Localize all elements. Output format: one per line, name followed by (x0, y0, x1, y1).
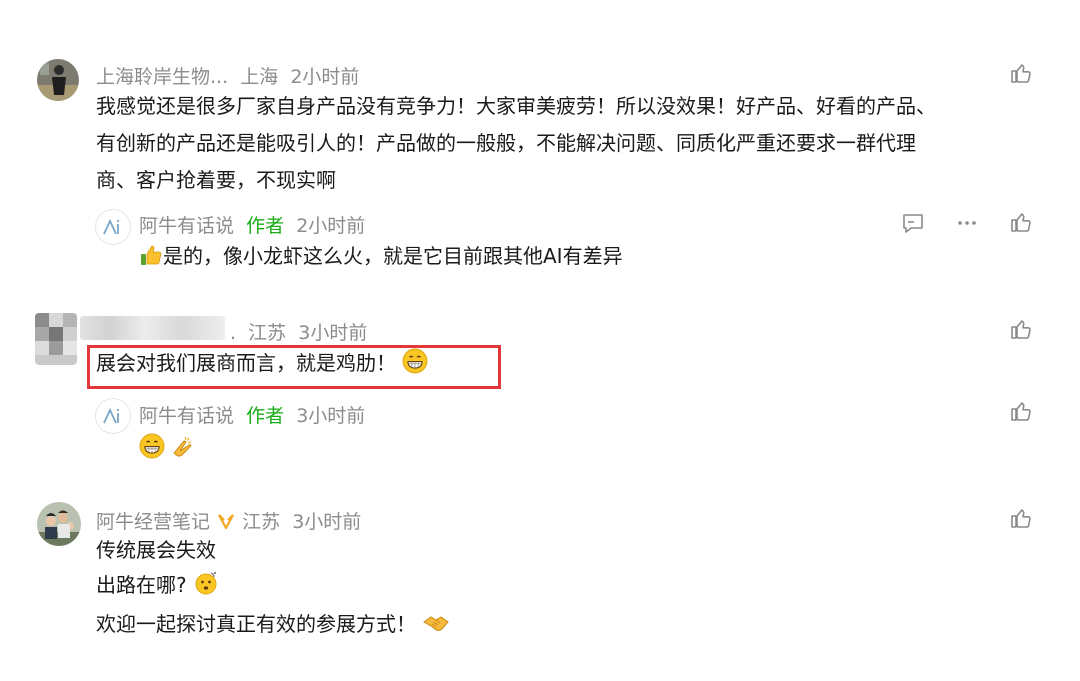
comment-line-2: 出路在哪? (96, 568, 450, 607)
comment-line: 传统展会失效 (96, 538, 216, 562)
comment-text: 我感觉还是很多厂家自身产品没有竞争力！大家审美疲劳！所以没效果！好产品、好看的产… (96, 88, 936, 199)
author-avatar[interactable] (95, 209, 131, 245)
reply-meta: 阿牛有话说 作者 3小时前 (139, 401, 365, 428)
author-tag: 作者 (246, 215, 285, 237)
comment-line: 我感觉还是很多厂家自身产品没有竞争力！大家审美疲劳！所以没效果！好产品、好看的产… (96, 94, 936, 118)
reply-meta: 阿牛有话说 作者 2小时前 (139, 211, 365, 238)
username[interactable]: 阿牛经营笔记 (96, 511, 210, 533)
username[interactable]: 上海聆岸生物... (96, 66, 228, 88)
like-icon[interactable] (1009, 210, 1033, 234)
avatar[interactable] (37, 59, 79, 101)
comment-line-3: 欢迎一起探讨真正有效的参展方式！ (96, 607, 450, 646)
location: 上海 (240, 66, 279, 88)
more-icon[interactable] (955, 211, 979, 235)
grin-emoji (139, 433, 165, 463)
author-tag: 作者 (246, 405, 285, 427)
grin-emoji (402, 348, 428, 386)
thumbs-up-emoji (139, 242, 163, 279)
thinking-emoji (193, 570, 219, 607)
username[interactable]: 阿牛有话说 (139, 215, 234, 237)
timestamp: 3小时前 (292, 511, 362, 533)
comment-line-text: 欢迎一起探讨真正有效的参展方式！ (96, 612, 416, 636)
comment-text: 展会对我们展商而言，就是鸡肋！ (96, 345, 428, 386)
location: 江苏 (248, 322, 287, 344)
comment-icon[interactable] (901, 211, 925, 235)
timestamp: 2小时前 (296, 215, 366, 237)
timestamp: 3小时前 (298, 322, 368, 344)
comment-content: 展会对我们展商而言，就是鸡肋！ (96, 351, 396, 375)
avatar[interactable] (37, 502, 81, 546)
comment-meta: . 江苏 3小时前 (230, 318, 367, 345)
author-avatar[interactable] (95, 398, 131, 434)
handshake-emoji (422, 611, 450, 646)
like-icon[interactable] (1009, 61, 1033, 85)
timestamp: 2小时前 (290, 66, 360, 88)
like-icon[interactable] (1009, 399, 1033, 423)
timestamp: 3小时前 (296, 405, 366, 427)
comment-line: 有创新的产品还是能吸引人的！产品做的一般般，不能解决问题、同质化严重还要求一群代… (96, 131, 916, 155)
reply-text: 是的，像小龙虾这么火，就是它目前跟其他AI有差异 (139, 238, 623, 279)
reply-content: 是的，像小龙虾这么火，就是它目前跟其他AI有差异 (163, 244, 623, 268)
comment-line: 商、客户抢着要，不现实啊 (96, 168, 336, 192)
reply-emojis (139, 433, 196, 463)
comment-meta: 阿牛经营笔记 江苏 3小时前 (96, 507, 361, 536)
blurred-username (80, 316, 225, 340)
avatar[interactable] (35, 313, 77, 365)
comment-text: 传统展会失效 出路在哪? 欢迎一起探讨真正有效的参展方式！ (96, 533, 450, 646)
like-icon[interactable] (1009, 317, 1033, 341)
username[interactable]: 阿牛有话说 (139, 405, 234, 427)
clap-emoji (170, 433, 196, 463)
like-icon[interactable] (1009, 506, 1033, 530)
comment-meta: 上海聆岸生物... 上海 2小时前 (96, 62, 359, 89)
location: 江苏 (242, 511, 281, 533)
comment-line-text: 出路在哪? (96, 573, 187, 597)
